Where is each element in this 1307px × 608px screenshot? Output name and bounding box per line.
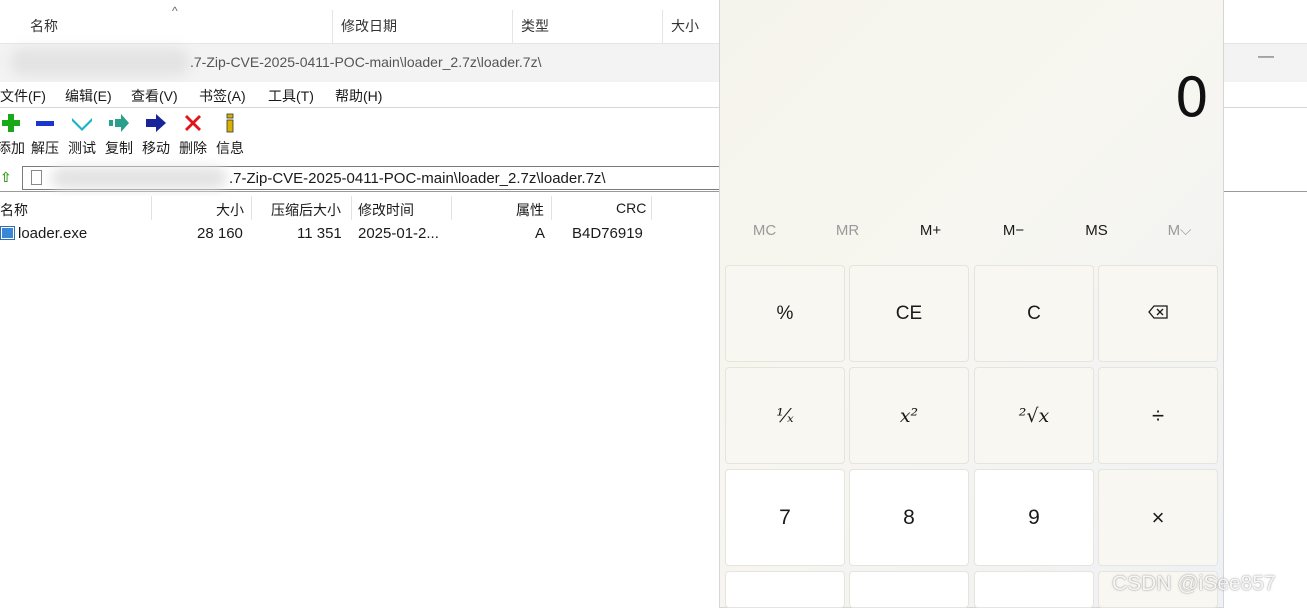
digit-4-button[interactable] bbox=[725, 571, 845, 608]
clear-button[interactable]: C bbox=[974, 265, 1094, 362]
extract-button[interactable]: 解压 bbox=[26, 112, 64, 158]
square-label: x² bbox=[899, 404, 919, 427]
col-attributes[interactable]: 属性 bbox=[516, 200, 544, 220]
file-modified: 2025-01-2... bbox=[358, 225, 439, 242]
clear-entry-label: CE bbox=[895, 302, 923, 324]
percent-label: % bbox=[776, 302, 794, 324]
digit-7-label: 7 bbox=[779, 505, 791, 529]
square-button[interactable]: x² bbox=[849, 367, 969, 464]
backspace-button[interactable] bbox=[1098, 265, 1218, 362]
col-separator[interactable] bbox=[551, 196, 552, 220]
path-input[interactable]: .7-Zip-CVE-2025-0411-POC-main\loader_2.7… bbox=[22, 166, 722, 190]
memory-subtract-button[interactable]: M− bbox=[972, 218, 1055, 244]
menu-bookmarks[interactable]: 书签(A) bbox=[199, 86, 246, 106]
delete-icon bbox=[174, 112, 212, 136]
multiply-label: × bbox=[1151, 504, 1165, 530]
digit-9-label: 9 bbox=[1028, 505, 1040, 529]
divide-button[interactable]: ÷ bbox=[1098, 367, 1218, 464]
col-modified[interactable]: 修改时间 bbox=[358, 200, 414, 220]
reciprocal-label: ¹⁄ₓ bbox=[776, 404, 794, 427]
reciprocal-button[interactable]: ¹⁄ₓ bbox=[725, 367, 845, 464]
backspace-icon bbox=[1148, 303, 1168, 325]
explorer-col-name[interactable]: 名称 bbox=[22, 10, 58, 44]
file-packed-size: 11 351 bbox=[297, 225, 342, 242]
path-text: .7-Zip-CVE-2025-0411-POC-main\loader_2.7… bbox=[229, 170, 606, 187]
col-packed-size[interactable]: 压缩后大小 bbox=[271, 200, 341, 220]
copy-label: 复制 bbox=[105, 140, 133, 156]
col-separator[interactable] bbox=[651, 196, 652, 220]
digit-6-button[interactable] bbox=[974, 571, 1094, 608]
test-label: 测试 bbox=[68, 140, 96, 156]
calculator-window: 0 MC MR M+ M− MS M⌵ % CE C ¹⁄ₓ x² ²√x ÷ … bbox=[719, 0, 1224, 608]
move-button[interactable]: 移动 bbox=[137, 112, 175, 158]
watermark-text: CSDN @iSee857 bbox=[1112, 572, 1276, 595]
sort-caret-icon: ^ bbox=[172, 4, 178, 18]
memory-clear-button[interactable]: MC bbox=[723, 218, 806, 244]
percent-button[interactable]: % bbox=[725, 265, 845, 362]
divide-label: ÷ bbox=[1151, 402, 1165, 428]
document-icon bbox=[31, 170, 42, 185]
clear-label: C bbox=[1027, 302, 1041, 324]
digit-9-button[interactable]: 9 bbox=[974, 469, 1094, 566]
menu-edit[interactable]: 编辑(E) bbox=[65, 86, 112, 106]
delete-button[interactable]: 删除 bbox=[174, 112, 212, 158]
memory-row: MC MR M+ M− MS M⌵ bbox=[720, 218, 1225, 244]
memory-list-button[interactable]: M⌵ bbox=[1138, 218, 1221, 244]
delete-label: 删除 bbox=[179, 140, 207, 156]
redacted-path-blur bbox=[51, 167, 227, 189]
explorer-col-type[interactable]: 类型 bbox=[512, 10, 549, 44]
col-crc[interactable]: CRC bbox=[616, 200, 646, 216]
file-crc: B4D76919 bbox=[572, 225, 643, 242]
test-button[interactable]: 测试 bbox=[63, 112, 101, 158]
info-icon bbox=[211, 112, 249, 136]
info-label: 信息 bbox=[216, 140, 244, 156]
redacted-path-blur bbox=[10, 48, 190, 76]
window-title: .7-Zip-CVE-2025-0411-POC-main\loader_2.7… bbox=[190, 54, 542, 70]
file-attributes: A bbox=[535, 225, 546, 242]
memory-store-button[interactable]: MS bbox=[1055, 218, 1138, 244]
info-button[interactable]: 信息 bbox=[211, 112, 249, 158]
col-separator[interactable] bbox=[251, 196, 252, 220]
exe-file-icon bbox=[0, 226, 15, 240]
copy-icon bbox=[100, 112, 138, 136]
test-icon bbox=[63, 112, 101, 136]
extract-label: 解压 bbox=[31, 140, 59, 156]
file-size: 28 160 bbox=[197, 225, 243, 242]
digit-8-label: 8 bbox=[903, 505, 915, 529]
menu-tools[interactable]: 工具(T) bbox=[268, 86, 314, 106]
extract-icon bbox=[26, 112, 64, 136]
col-name[interactable]: 名称 bbox=[0, 200, 28, 220]
col-separator[interactable] bbox=[451, 196, 452, 220]
menu-help[interactable]: 帮助(H) bbox=[335, 86, 382, 106]
multiply-button[interactable]: × bbox=[1098, 469, 1218, 566]
square-root-button[interactable]: ²√x bbox=[974, 367, 1094, 464]
calculator-display: 0 bbox=[1174, 66, 1209, 129]
digit-8-button[interactable]: 8 bbox=[849, 469, 969, 566]
col-size[interactable]: 大小 bbox=[216, 200, 244, 220]
minimize-button[interactable]: — bbox=[1258, 48, 1274, 66]
menu-view[interactable]: 查看(V) bbox=[131, 86, 178, 106]
explorer-col-modified[interactable]: 修改日期 bbox=[332, 10, 397, 44]
up-folder-icon[interactable]: ⇧ bbox=[0, 169, 12, 186]
move-label: 移动 bbox=[142, 140, 170, 156]
file-name: loader.exe bbox=[18, 225, 88, 242]
move-icon bbox=[137, 112, 175, 136]
col-separator[interactable] bbox=[351, 196, 352, 220]
menu-file[interactable]: 文件(F) bbox=[0, 86, 46, 106]
explorer-col-size[interactable]: 大小 bbox=[662, 10, 699, 44]
copy-button[interactable]: 复制 bbox=[100, 112, 138, 158]
square-root-label: ²√x bbox=[1018, 404, 1050, 427]
memory-add-button[interactable]: M+ bbox=[889, 218, 972, 244]
col-separator[interactable] bbox=[151, 196, 152, 220]
memory-recall-button[interactable]: MR bbox=[806, 218, 889, 244]
clear-entry-button[interactable]: CE bbox=[849, 265, 969, 362]
digit-7-button[interactable]: 7 bbox=[725, 469, 845, 566]
digit-5-button[interactable] bbox=[849, 571, 969, 608]
